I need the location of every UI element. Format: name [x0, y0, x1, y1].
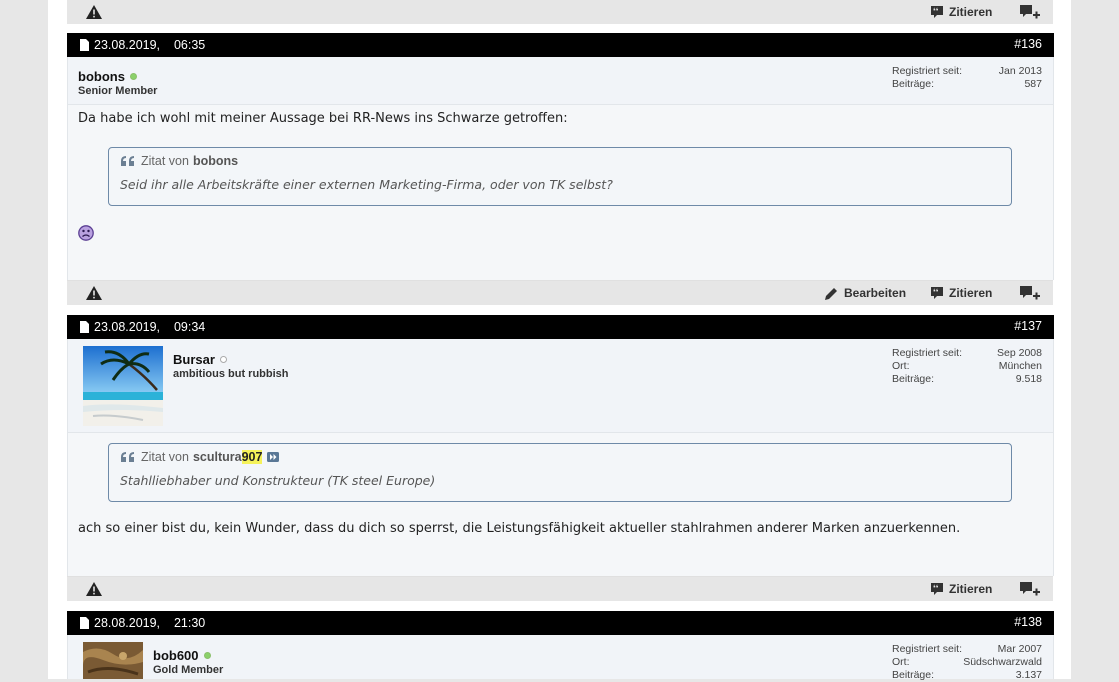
user-title: Gold Member	[153, 664, 224, 676]
online-status-icon	[203, 652, 211, 660]
username-link[interactable]: bobons	[78, 69, 137, 84]
pencil-icon	[825, 287, 837, 300]
post-number-link[interactable]: #136	[1014, 37, 1042, 51]
document-icon	[80, 39, 89, 51]
report-icon[interactable]	[86, 5, 102, 19]
post-text: ach so einer bist du, kein Wunder, dass …	[78, 521, 961, 536]
quote-icon: ❛❛	[931, 287, 943, 299]
svg-text:❛❛: ❛❛	[933, 288, 939, 297]
post-date: 23.08.2019, 06:35	[94, 38, 206, 52]
quote-author: bobons	[192, 154, 239, 168]
post-date: 28.08.2019, 21:30	[94, 616, 206, 630]
multi-quote-icon	[1020, 582, 1040, 596]
user-title: Senior Member	[78, 85, 158, 97]
quote-marks-icon	[121, 156, 134, 166]
quote-box: Zitat von scultura907 Stahlliebhaber und…	[108, 443, 1012, 502]
jump-to-post-icon[interactable]	[267, 452, 280, 462]
post-number-link[interactable]: #137	[1014, 319, 1042, 333]
online-status-icon	[129, 73, 137, 81]
quote-text: Stahlliebhaber und Konstrukteur (TK stee…	[120, 473, 436, 488]
quote-button[interactable]: ❛❛ Zitieren	[930, 4, 992, 20]
quote-author: scultura907	[192, 450, 263, 464]
user-stats-138: Registriert seit: Mar 2007 Ort: Südschwarz…	[892, 643, 1042, 681]
user-title: ambitious but rubbish	[173, 368, 289, 380]
quote-button[interactable]: ❛❛ Zitieren	[930, 285, 992, 301]
post-number-link[interactable]: #138	[1014, 615, 1042, 629]
post-header-138: 28.08.2019, 21:30 #138	[67, 611, 1054, 635]
multi-quote-icon	[1020, 5, 1040, 19]
quote-box: Zitat von bobons Seid ihr alle Arbeitskrä…	[108, 147, 1012, 206]
quote-icon: ❛❛	[931, 583, 943, 595]
user-stats-137: Registriert seit: Sep 2008 Ort: München Be…	[892, 347, 1042, 385]
quote-label: Zitieren	[949, 286, 993, 300]
document-icon	[80, 321, 89, 333]
user-stats-136: Registriert seit: Jan 2013 Beiträge: 587	[892, 65, 1042, 90]
quote-text: Seid ihr alle Arbeitskräfte einer extern…	[120, 177, 613, 192]
report-icon[interactable]	[86, 286, 102, 300]
post-header-136: 23.08.2019, 06:35 #136	[67, 33, 1054, 57]
quote-button[interactable]: ❛❛ Zitieren	[930, 581, 992, 597]
post-header-137: 23.08.2019, 09:34 #137	[67, 315, 1054, 339]
edit-label: Bearbeiten	[844, 286, 907, 300]
quote-header: Zitat von bobons	[121, 154, 238, 168]
quote-icon: ❛❛	[931, 6, 943, 18]
quote-header: Zitat von scultura907	[121, 450, 280, 464]
multi-quote-icon	[1020, 286, 1040, 300]
post-date: 23.08.2019, 09:34	[94, 320, 206, 334]
quote-label: Zitieren	[949, 582, 993, 596]
avatar[interactable]	[83, 346, 163, 426]
username-link[interactable]: bob600	[153, 648, 211, 663]
document-icon	[80, 617, 89, 629]
multi-quote-button[interactable]	[1019, 285, 1046, 301]
offline-status-icon	[219, 356, 227, 364]
svg-text:❛❛: ❛❛	[933, 584, 939, 593]
edit-button[interactable]: Bearbeiten	[824, 285, 906, 301]
multi-quote-button[interactable]	[1019, 4, 1046, 20]
post-toolbar-135: ❛❛ Zitieren	[67, 0, 1053, 24]
post-toolbar-136: Bearbeiten ❛❛ Zitieren	[67, 280, 1053, 305]
post-toolbar-137: ❛❛ Zitieren	[67, 576, 1053, 601]
username-link[interactable]: Bursar	[173, 352, 227, 367]
post-text: Da habe ich wohl mit meiner Aussage bei …	[78, 111, 568, 126]
svg-text:❛❛: ❛❛	[933, 7, 939, 16]
quote-marks-icon	[121, 452, 134, 462]
report-icon[interactable]	[86, 582, 102, 596]
avatar[interactable]	[83, 642, 163, 679]
sad-smiley-icon	[78, 225, 94, 241]
quote-label: Zitieren	[949, 5, 993, 19]
multi-quote-button[interactable]	[1019, 581, 1046, 597]
